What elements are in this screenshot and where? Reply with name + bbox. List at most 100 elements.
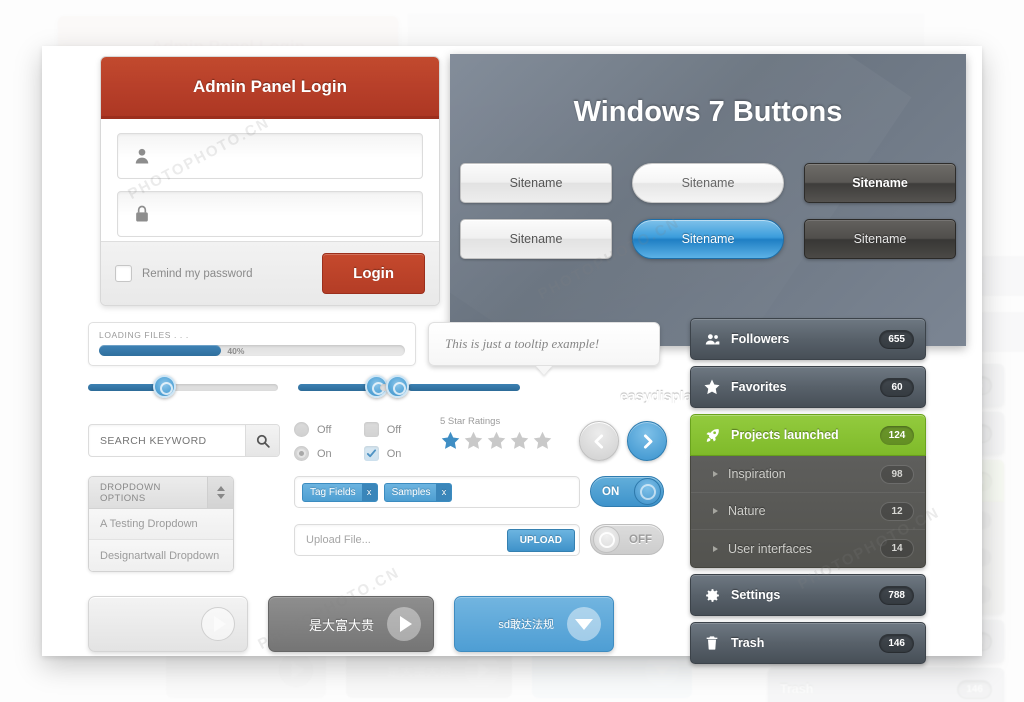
caret-right-icon bbox=[713, 545, 718, 552]
slider-three-knob[interactable] bbox=[385, 375, 409, 398]
sidebar-item-followers[interactable]: Followers 655 bbox=[690, 318, 926, 360]
login-title: Admin Panel Login bbox=[193, 76, 347, 96]
radio-on-label: On bbox=[317, 447, 332, 460]
w7-button-1[interactable]: Sitename bbox=[460, 163, 612, 203]
slider-three[interactable] bbox=[380, 375, 520, 398]
check-icon bbox=[366, 449, 376, 458]
toggle-on-knob bbox=[634, 478, 661, 505]
sidebar-item-followers-label: Followers bbox=[731, 332, 790, 346]
dropdown-options: DROPDOWN OPTIONS A Testing Dropdown Desi… bbox=[88, 476, 234, 572]
dropdown-item-0[interactable]: A Testing Dropdown bbox=[89, 509, 233, 540]
radio-off[interactable]: Off bbox=[294, 422, 332, 437]
sidebar-item-projects-launched-label: Projects launched bbox=[731, 428, 839, 442]
sidebar-item-trash-label: Trash bbox=[731, 636, 765, 650]
sidebar-subitem-inspiration-label: Inspiration bbox=[728, 467, 786, 481]
search-button[interactable] bbox=[245, 425, 279, 456]
upload-placeholder: Upload File... bbox=[306, 534, 371, 546]
dropdown-selected: DROPDOWN OPTIONS bbox=[100, 481, 161, 504]
slider-one[interactable] bbox=[88, 375, 278, 398]
tag-item-1-remove[interactable]: x bbox=[436, 483, 452, 501]
toggle-off-label: OFF bbox=[629, 533, 652, 546]
sidebar-subitem-user-interfaces[interactable]: User interfaces 14 bbox=[691, 530, 925, 567]
star-icon[interactable] bbox=[509, 430, 530, 451]
star-icon bbox=[702, 378, 722, 396]
chevron-left-icon bbox=[594, 433, 603, 449]
media-button-3[interactable]: sd敢达法规 bbox=[454, 596, 614, 652]
star-icon[interactable] bbox=[440, 430, 461, 451]
w7-button-4[interactable]: Sitename bbox=[460, 219, 612, 259]
toggle-switch-off[interactable]: OFF bbox=[590, 524, 664, 555]
caret-right-icon bbox=[713, 471, 718, 477]
star-icon[interactable] bbox=[463, 430, 484, 451]
w7-button-2[interactable]: Sitename bbox=[632, 163, 784, 203]
toggle-options-grid: Off Off On On bbox=[294, 422, 401, 461]
trash-icon bbox=[702, 635, 722, 651]
sidebar-subitem-nature-badge: 12 bbox=[880, 501, 914, 521]
sidebar-subitem-user-interfaces-label: User interfaces bbox=[728, 541, 813, 556]
chevron-right-icon bbox=[643, 433, 652, 449]
media-button-1[interactable] bbox=[88, 596, 248, 652]
slider-three-fill bbox=[408, 384, 520, 391]
remind-password-checkbox[interactable] bbox=[115, 265, 132, 282]
search-input[interactable] bbox=[89, 434, 245, 447]
w7-button-6[interactable]: Sitename bbox=[804, 219, 956, 259]
sidebar-subitem-inspiration-badge: 98 bbox=[880, 464, 914, 484]
checkbox-on[interactable]: On bbox=[363, 446, 402, 461]
sidebar-item-projects-launched[interactable]: Projects launched 124 bbox=[690, 414, 926, 456]
tag-field[interactable]: Tag Fields x Samples x bbox=[294, 476, 580, 508]
windows7-title: Windows 7 Buttons bbox=[573, 96, 843, 128]
dropdown-item-1[interactable]: Designartwall Dropdown bbox=[89, 540, 233, 571]
upload-field[interactable]: Upload File... UPLOAD bbox=[294, 524, 580, 556]
checkbox-off[interactable]: Off bbox=[363, 422, 402, 437]
sidebar-item-projects-launched-badge: 124 bbox=[880, 425, 914, 445]
sidebar-subitem-nature[interactable]: Nature 12 bbox=[691, 493, 925, 530]
nav-arrows bbox=[579, 421, 667, 461]
toggle-off-knob bbox=[593, 526, 620, 553]
next-button[interactable] bbox=[627, 421, 667, 461]
radio-on-dot bbox=[294, 446, 309, 461]
progress-bar: 40% bbox=[99, 345, 405, 356]
toggle-switch-on[interactable]: ON bbox=[590, 476, 664, 507]
sidebar-item-favorites[interactable]: Favorites 60 bbox=[690, 366, 926, 408]
chevron-down-icon bbox=[575, 618, 593, 630]
chevron-down-icon bbox=[216, 494, 225, 499]
tag-item-1[interactable]: Samples x bbox=[383, 482, 453, 502]
tooltip-arrow-icon bbox=[536, 366, 552, 375]
sidebar-item-favorites-label: Favorites bbox=[731, 380, 787, 394]
w7-button-3[interactable]: Sitename bbox=[804, 163, 956, 203]
login-footer: Remind my password Login bbox=[101, 241, 439, 305]
login-button[interactable]: Login bbox=[322, 253, 425, 294]
dropdown-header[interactable]: DROPDOWN OPTIONS bbox=[89, 477, 233, 509]
w7-button-5[interactable]: Sitename bbox=[632, 219, 784, 259]
dropdown-spinner[interactable] bbox=[207, 477, 233, 508]
tag-item-0[interactable]: Tag Fields x bbox=[302, 482, 378, 502]
play-icon bbox=[399, 616, 412, 632]
play-icon bbox=[213, 616, 226, 632]
checkbox-on-box bbox=[363, 446, 379, 461]
password-field[interactable] bbox=[117, 191, 423, 237]
toggle-on-label: ON bbox=[602, 485, 620, 498]
user-icon bbox=[135, 148, 149, 164]
tag-item-0-remove[interactable]: x bbox=[361, 483, 377, 501]
sidebar-subitem-inspiration[interactable]: Inspiration 98 bbox=[691, 456, 925, 493]
sidebar-menu: Followers 655 Favorites 60 Projects laun… bbox=[690, 318, 926, 670]
prev-button[interactable] bbox=[579, 421, 619, 461]
main-sheet: Admin Panel Login Remind my password Log… bbox=[42, 46, 982, 664]
star-icon[interactable] bbox=[532, 430, 553, 451]
people-icon bbox=[702, 331, 722, 348]
tooltip-text: This is just a tooltip example! bbox=[445, 336, 600, 351]
upload-button[interactable]: UPLOAD bbox=[506, 528, 575, 552]
username-field[interactable] bbox=[117, 133, 423, 179]
checkbox-off-label: Off bbox=[386, 423, 402, 436]
sidebar-item-settings-label: Settings bbox=[731, 588, 781, 602]
slider-one-knob[interactable] bbox=[153, 375, 176, 398]
radio-on[interactable]: On bbox=[294, 446, 332, 461]
sidebar-item-settings[interactable]: Settings 788 bbox=[690, 574, 926, 616]
star-icon[interactable] bbox=[486, 430, 507, 451]
sidebar-item-trash[interactable]: Trash 146 bbox=[690, 622, 926, 664]
media-button-2[interactable]: 是大富大贵 bbox=[268, 596, 434, 652]
checkbox-on-label: On bbox=[386, 447, 402, 460]
star-rating-stars[interactable] bbox=[440, 430, 553, 451]
sidebar-item-settings-badge: 788 bbox=[879, 585, 914, 605]
lock-icon bbox=[136, 205, 148, 222]
